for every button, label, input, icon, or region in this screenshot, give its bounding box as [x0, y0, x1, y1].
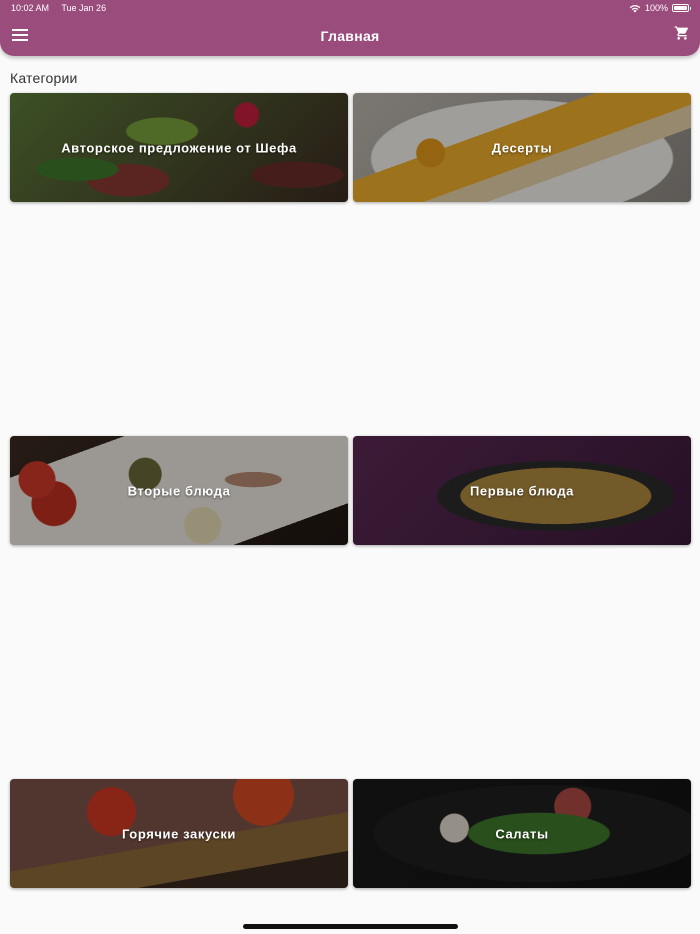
categories-heading: Категории [10, 70, 78, 86]
app-bar: 10:02 AM Tue Jan 26 100% Главная [0, 0, 700, 56]
home-indicator[interactable] [243, 924, 458, 929]
shopping-cart-icon[interactable] [674, 25, 690, 41]
category-label: Вторые блюда [127, 483, 231, 498]
category-card-main-courses[interactable]: Вторые блюда [10, 436, 348, 545]
category-label: Горячие закуски [121, 826, 237, 841]
status-bar: 10:02 AM Tue Jan 26 100% [11, 3, 691, 17]
wifi-icon [629, 4, 641, 12]
category-card-hot-appetizers[interactable]: Горячие закуски [10, 779, 348, 888]
status-date: Tue Jan 26 [61, 3, 107, 13]
battery-icon [672, 4, 691, 12]
status-time: 10:02 AM [11, 3, 50, 13]
category-label: Десерты [491, 140, 553, 155]
category-card-salads[interactable]: Салаты [353, 779, 691, 888]
battery-percent: 100% [644, 3, 668, 13]
category-card-soups[interactable]: Первые блюда [353, 436, 691, 545]
page-title: Главная [320, 28, 380, 44]
category-label: Первые блюда [469, 483, 575, 498]
category-card-chef[interactable]: Авторское предложение от Шефа [10, 93, 348, 202]
category-card-desserts[interactable]: Десерты [353, 93, 691, 202]
category-label: Авторское предложение от Шефа [61, 140, 297, 155]
category-label: Салаты [495, 826, 549, 841]
